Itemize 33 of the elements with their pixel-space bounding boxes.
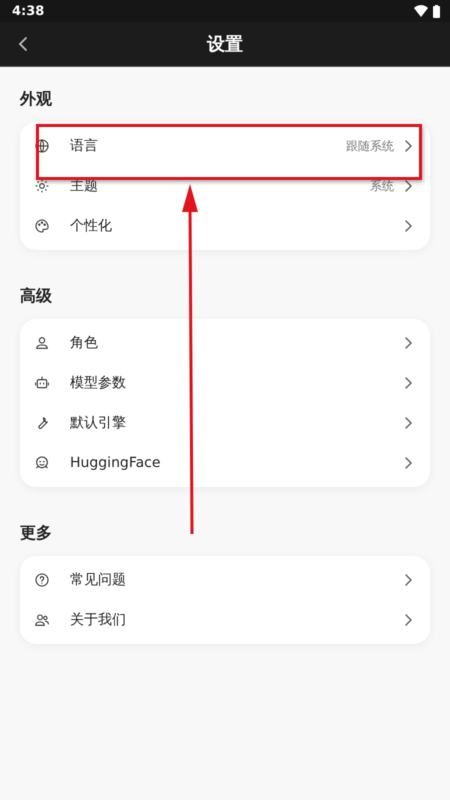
item-label: HuggingFace xyxy=(70,455,162,471)
settings-item[interactable]: 默认引擎 xyxy=(20,403,430,443)
settings-item[interactable]: 角色 xyxy=(20,323,430,363)
item-label: 默认引擎 xyxy=(70,414,127,432)
settings-item[interactable]: 常见问题 xyxy=(20,560,430,600)
item-label: 个性化 xyxy=(70,217,113,235)
item-label: 关于我们 xyxy=(70,611,127,629)
status-time: 4:38 xyxy=(12,4,44,18)
settings-item[interactable]: 语言 跟随系统 xyxy=(20,126,430,166)
globe-icon xyxy=(34,138,50,154)
item-label: 常见问题 xyxy=(70,571,127,589)
page-title: 设置 xyxy=(207,33,243,56)
section-title: 高级 xyxy=(20,286,52,307)
settings-item[interactable]: 模型参数 xyxy=(20,363,430,403)
settings-item[interactable]: 个性化 xyxy=(20,206,430,246)
section-title: 外观 xyxy=(20,89,52,110)
battery-icon xyxy=(433,4,440,18)
person-icon xyxy=(34,335,50,351)
settings-item[interactable]: HuggingFace xyxy=(20,443,430,483)
section-title: 更多 xyxy=(20,523,52,544)
item-label: 角色 xyxy=(70,334,99,352)
settings-item[interactable]: 关于我们 xyxy=(20,600,430,640)
item-value: 系统 xyxy=(370,178,394,194)
help-icon xyxy=(34,572,50,588)
people-icon xyxy=(34,612,50,628)
sun-icon xyxy=(34,178,50,194)
palette-icon xyxy=(34,218,50,234)
item-label: 语言 xyxy=(70,137,99,155)
item-label: 模型参数 xyxy=(70,374,127,392)
item-value: 跟随系统 xyxy=(346,138,394,154)
face-icon xyxy=(34,455,50,471)
robot-icon xyxy=(34,375,50,391)
wifi-icon xyxy=(414,5,428,17)
